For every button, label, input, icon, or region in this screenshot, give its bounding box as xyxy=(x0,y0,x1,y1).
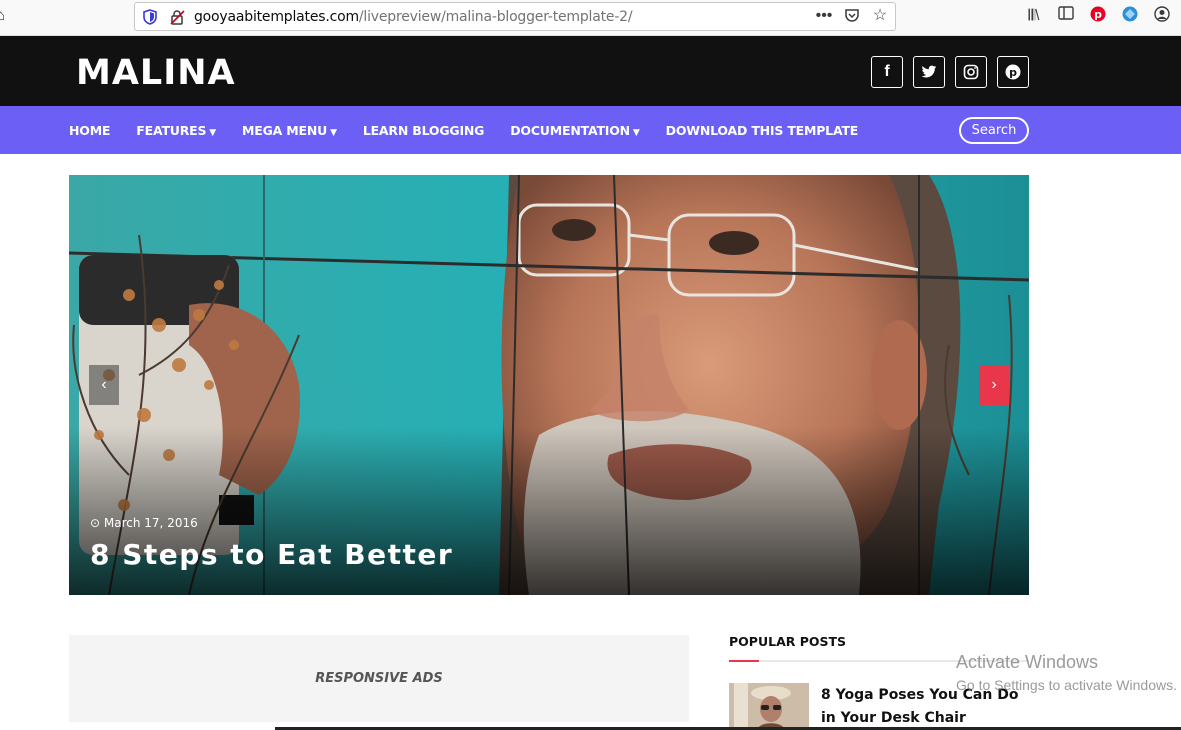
more-icon[interactable]: ••• xyxy=(815,7,833,25)
home-icon[interactable]: ⌂ xyxy=(0,8,10,24)
site-header: MALINA f p xyxy=(0,36,1181,106)
browser-toolbar: ⌂ gooyaabitemplates.com/livepreview/mali… xyxy=(0,0,1181,36)
ads-label: RESPONSIVE ADS xyxy=(315,671,443,686)
svg-text:p: p xyxy=(1094,8,1102,21)
search-button[interactable]: Search xyxy=(959,117,1029,144)
activate-windows-subtext: Go to Settings to activate Windows. xyxy=(956,677,1177,693)
pinterest-icon[interactable]: p xyxy=(1089,6,1107,26)
pocket-icon[interactable] xyxy=(843,7,861,25)
instagram-icon[interactable] xyxy=(955,56,987,88)
nav-item-home[interactable]: HOME xyxy=(69,123,110,138)
svg-text:p: p xyxy=(1009,66,1017,79)
pinterest-social-icon[interactable]: p xyxy=(997,56,1029,88)
featured-slider[interactable]: ‹ › ⊙ March 17, 2016 8 Steps to Eat Bett… xyxy=(69,175,1029,595)
main-nav: HOME FEATURES ▼ MEGA MENU ▼ LEARN BLOGGING… xyxy=(0,106,1181,154)
slider-prev-button[interactable]: ‹ xyxy=(89,365,119,405)
extension-icon[interactable] xyxy=(1121,6,1139,26)
chevron-down-icon: ▼ xyxy=(209,127,217,138)
nav-item-mega-menu[interactable]: MEGA MENU ▼ xyxy=(242,123,337,138)
twitter-icon[interactable] xyxy=(913,56,945,88)
social-links: f p xyxy=(871,56,1029,88)
nav-item-documentation[interactable]: DOCUMENTATION ▼ xyxy=(510,123,640,138)
site-logo[interactable]: MALINA xyxy=(76,53,236,93)
sidebar-icon[interactable] xyxy=(1057,6,1075,26)
clock-icon: ⊙ xyxy=(90,516,101,530)
bookmark-star-icon[interactable]: ☆ xyxy=(871,7,889,25)
url-domain: gooyaabitemplates.com xyxy=(194,9,359,25)
library-icon[interactable]: 𝄃𝄃\ xyxy=(1025,6,1043,26)
slide-date: ⊙ March 17, 2016 xyxy=(90,516,198,530)
nav-item-features[interactable]: FEATURES ▼ xyxy=(136,123,216,138)
url-path: /livepreview/malina-blogger-template-2/ xyxy=(358,9,633,25)
insecure-icon[interactable] xyxy=(169,9,185,25)
slide-image xyxy=(69,175,1029,595)
url-bar[interactable]: gooyaabitemplates.com/livepreview/malina… xyxy=(134,2,896,31)
account-icon[interactable] xyxy=(1153,6,1171,26)
post-thumbnail[interactable] xyxy=(729,683,809,730)
activate-windows-watermark: Activate Windows xyxy=(956,652,1099,672)
chevron-down-icon: ▼ xyxy=(330,127,337,138)
url-text[interactable]: gooyaabitemplates.com/livepreview/malina… xyxy=(194,9,633,25)
slide-date-text: March 17, 2016 xyxy=(103,516,198,530)
divider-accent xyxy=(729,660,759,662)
slide-title[interactable]: 8 Steps to Eat Better xyxy=(90,538,453,571)
slider-next-button[interactable]: › xyxy=(979,365,1009,405)
shield-icon[interactable] xyxy=(143,9,157,25)
facebook-icon[interactable]: f xyxy=(871,56,903,88)
nav-item-learn-blogging[interactable]: LEARN BLOGGING xyxy=(363,123,485,138)
chevron-down-icon: ▼ xyxy=(632,127,640,138)
popular-posts-title: POPULAR POSTS xyxy=(729,634,847,649)
ads-block: RESPONSIVE ADS xyxy=(69,635,689,722)
nav-item-download-template[interactable]: DOWNLOAD THIS TEMPLATE xyxy=(666,123,859,138)
